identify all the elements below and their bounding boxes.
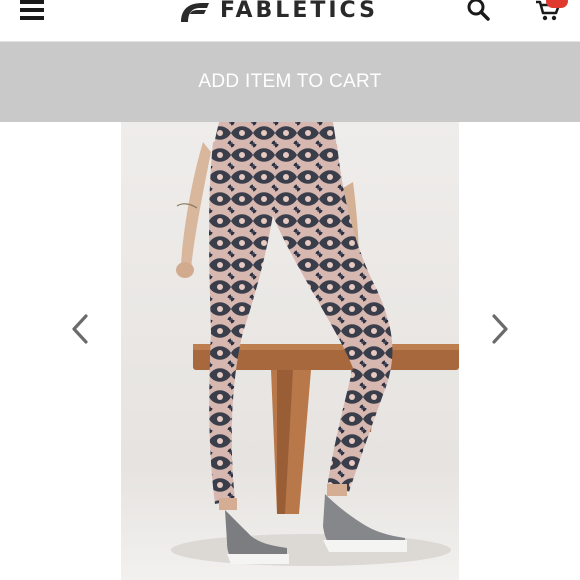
- product-photo-leggings: [121, 122, 459, 580]
- chevron-left-icon[interactable]: [68, 312, 92, 346]
- add-to-cart-button[interactable]: ADD ITEM TO CART: [0, 42, 580, 122]
- brand-name: FABLETICS: [220, 0, 378, 23]
- fabletics-logo-mark-icon: [181, 3, 209, 22]
- chevron-right-icon[interactable]: [488, 312, 512, 346]
- cart-count-badge[interactable]: [546, 0, 568, 8]
- product-photo: [121, 122, 459, 580]
- hamburger-menu-icon[interactable]: [20, 0, 44, 22]
- site-header: FABLETICS: [0, 0, 580, 42]
- add-to-cart-label: ADD ITEM TO CART: [198, 71, 382, 92]
- brand-logo[interactable]: FABLETICS: [178, 0, 378, 28]
- search-icon[interactable]: [466, 0, 490, 22]
- product-gallery: [0, 122, 580, 580]
